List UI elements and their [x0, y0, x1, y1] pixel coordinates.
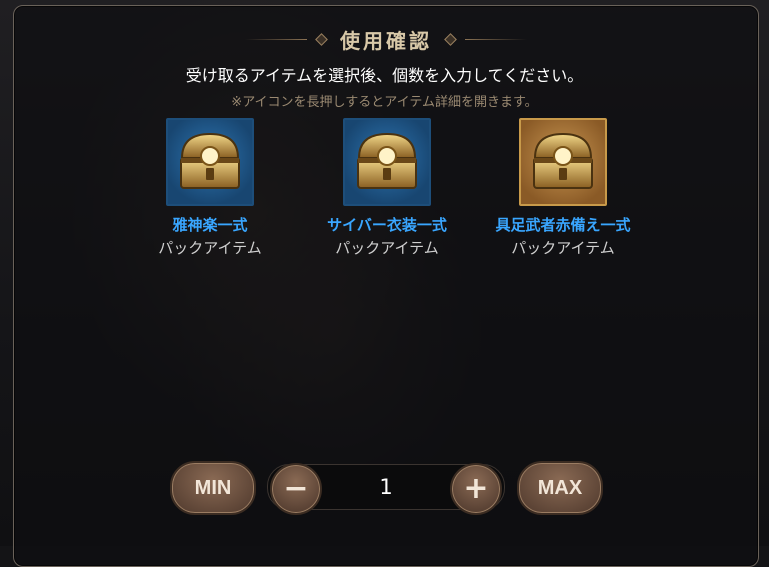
item-icon-frame-selected[interactable]	[519, 118, 607, 206]
min-button[interactable]: MIN	[170, 461, 256, 515]
max-button[interactable]: MAX	[517, 461, 603, 515]
item-list: 雅神楽一式 パックアイテム サイバー衣装一式 パックアイテム 具足武者赤備え一式…	[0, 118, 769, 268]
item-option-3[interactable]: 具足武者赤備え一式 パックアイテム	[473, 118, 653, 258]
item-name: 具足武者赤備え一式	[495, 216, 631, 234]
dialog-title: 使用確認	[340, 28, 432, 53]
item-type: パックアイテム	[158, 239, 262, 257]
title-divider-left	[245, 38, 307, 40]
increment-button[interactable]: +	[450, 463, 502, 515]
diamond-ornament-icon	[315, 32, 328, 46]
item-type: パックアイテム	[335, 239, 439, 257]
item-type: パックアイテム	[511, 239, 615, 257]
instruction-text: 受け取るアイテムを選択後、個数を入力してください。	[185, 66, 584, 85]
item-option-2[interactable]: サイバー衣装一式 パックアイテム	[297, 118, 477, 258]
treasure-chest-icon	[180, 132, 240, 189]
diamond-ornament-icon	[444, 32, 457, 46]
dialog-header: 使用確認	[14, 24, 758, 54]
item-icon-frame[interactable]	[343, 118, 431, 206]
treasure-chest-icon	[533, 132, 593, 189]
quantity-input[interactable]: 1	[328, 465, 444, 509]
title-divider-right	[465, 38, 527, 40]
quantity-stepper: − 1 +	[267, 463, 505, 515]
item-option-1[interactable]: 雅神楽一式 パックアイテム	[120, 118, 300, 258]
item-name: サイバー衣装一式	[327, 216, 447, 234]
treasure-chest-icon	[357, 132, 417, 189]
decrement-button[interactable]: −	[270, 463, 322, 515]
hint-note: ※アイコンを長押しするとアイテム詳細を開きます。	[231, 95, 538, 110]
quantity-controls: MIN − 1 + MAX	[0, 461, 769, 515]
item-icon-frame[interactable]	[166, 118, 254, 206]
item-name: 雅神楽一式	[172, 216, 248, 234]
